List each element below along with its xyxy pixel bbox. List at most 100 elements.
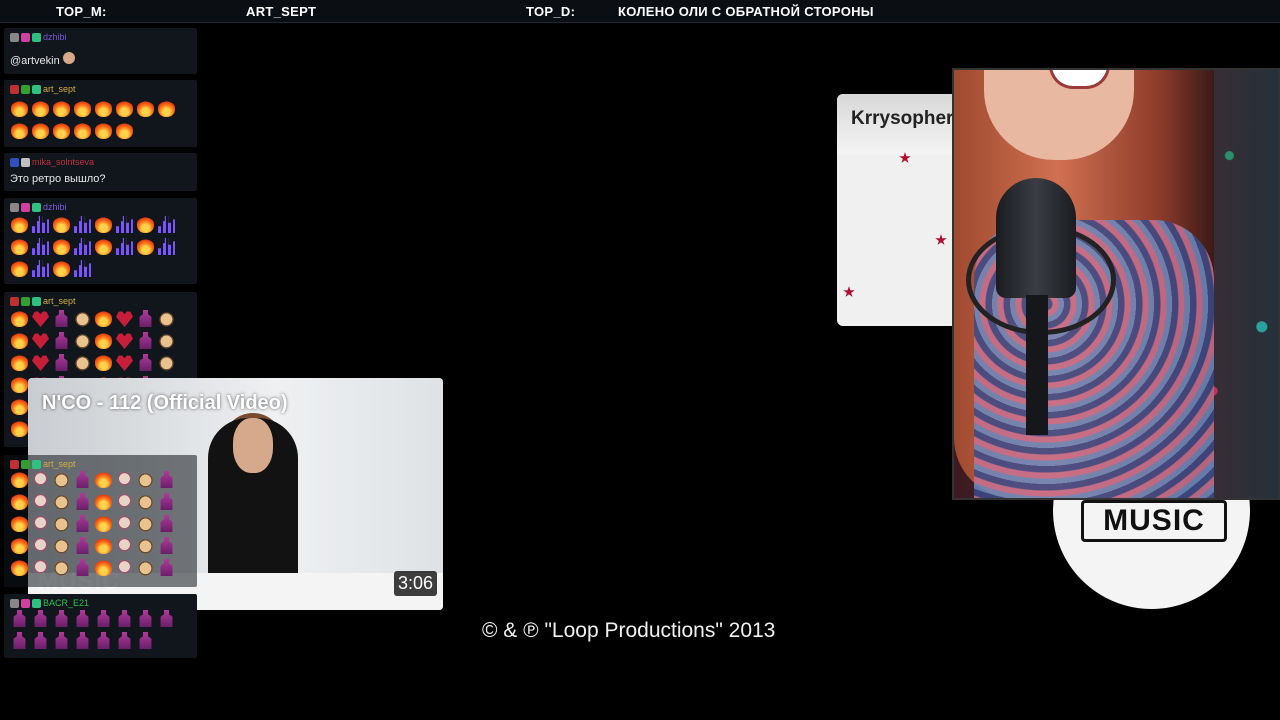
- emote-row: [11, 310, 175, 327]
- ghost-emote-icon: [32, 515, 49, 532]
- fire-emote-icon: [95, 310, 112, 327]
- fire-emote-icon: [95, 537, 112, 554]
- face-emote-icon: [74, 332, 91, 349]
- badge-icon: [21, 296, 30, 306]
- heart-emote-icon: [32, 355, 49, 371]
- fire-emote-icon: [53, 216, 70, 233]
- bottle-emote-icon: [76, 632, 89, 649]
- fire-emote-icon: [137, 100, 154, 117]
- equalizer-emote-icon: [74, 216, 91, 233]
- top-m-label: TOP_M:: [56, 4, 107, 19]
- bottle-emote-icon: [97, 610, 110, 627]
- ghost-emote-icon: [116, 471, 133, 488]
- chat-message-header: art_sept: [10, 458, 76, 470]
- face-emote-icon: [74, 310, 91, 327]
- top-m-value: ART_SEPT: [246, 4, 317, 19]
- equalizer-emote-icon: [32, 238, 49, 255]
- badge-icon: [21, 598, 30, 608]
- face-emote-icon: [158, 354, 175, 371]
- fire-emote-icon: [11, 537, 28, 554]
- top-d-value: КОЛЕНО ОЛИ С ОБРАТНОЙ СТОРОНЫ: [618, 4, 874, 19]
- bottle-emote-icon: [76, 610, 89, 627]
- bottle-emote-icon: [76, 493, 89, 510]
- fire-emote-icon: [11, 493, 28, 510]
- face-emote-icon: [74, 354, 91, 371]
- top-bar: TOP_M: ART_SEPT TOP_D: КОЛЕНО ОЛИ С ОБРА…: [0, 0, 1280, 23]
- ghost-emote-icon: [116, 493, 133, 510]
- badge-icon: [10, 157, 19, 167]
- badge-icon: [32, 202, 41, 212]
- emote-row: [11, 122, 133, 139]
- top-d-label: TOP_D:: [526, 4, 576, 19]
- chat-username[interactable]: dzhibi: [43, 32, 67, 42]
- ghost-emote-icon: [116, 559, 133, 576]
- emote-row: [11, 238, 175, 255]
- fire-emote-icon: [11, 354, 28, 371]
- badge-icon: [10, 202, 19, 212]
- ghost-emote-icon: [116, 515, 133, 532]
- equalizer-emote-icon: [158, 216, 175, 233]
- face-emote-icon: [62, 52, 75, 64]
- bottle-emote-icon: [76, 515, 89, 532]
- bottle-emote-icon: [139, 310, 152, 327]
- fire-emote-icon: [11, 420, 28, 437]
- chat-message-header: mika_solntseva: [10, 156, 94, 168]
- video-title: N'CO - 112 (Official Video): [42, 392, 288, 414]
- bottle-emote-icon: [139, 610, 152, 627]
- fire-emote-icon: [11, 515, 28, 532]
- emote-row: [11, 493, 175, 510]
- star-icon: [935, 234, 947, 245]
- fire-emote-icon: [53, 260, 70, 277]
- card-title: Krrysopher: [851, 108, 954, 129]
- face-emote-icon: [53, 515, 70, 532]
- fire-emote-icon: [95, 493, 112, 510]
- fire-emote-icon: [74, 100, 91, 117]
- fire-emote-icon: [11, 238, 28, 255]
- chat-username[interactable]: art_sept: [43, 84, 76, 94]
- face-emote-icon: [158, 310, 175, 327]
- emote-row: [11, 559, 175, 576]
- bottle-emote-icon: [139, 354, 152, 371]
- bottle-emote-icon: [55, 632, 68, 649]
- fire-emote-icon: [53, 122, 70, 139]
- badge-icon: [10, 84, 19, 94]
- fire-emote-icon: [11, 216, 28, 233]
- ghost-emote-icon: [32, 559, 49, 576]
- bottle-emote-icon: [76, 471, 89, 488]
- bottle-emote-icon: [139, 332, 152, 349]
- badge-icon: [10, 296, 19, 306]
- chat-username[interactable]: dzhibi: [43, 202, 67, 212]
- fire-emote-icon: [11, 310, 28, 327]
- bottle-emote-icon: [55, 610, 68, 627]
- badge-icon: [21, 32, 30, 42]
- chat-message: dzhibi: [4, 198, 197, 284]
- heart-emote-icon: [32, 333, 49, 349]
- bottle-emote-icon: [118, 610, 131, 627]
- bottle-emote-icon: [160, 559, 173, 576]
- webcam-feed: [952, 68, 1280, 500]
- face-emote-icon: [158, 332, 175, 349]
- fire-emote-icon: [95, 332, 112, 349]
- fire-emote-icon: [137, 216, 154, 233]
- fire-emote-icon: [116, 100, 133, 117]
- equalizer-emote-icon: [116, 238, 133, 255]
- chat-username[interactable]: mika_solntseva: [32, 157, 94, 167]
- face-emote-icon: [53, 493, 70, 510]
- badge-icon: [32, 598, 41, 608]
- fire-emote-icon: [116, 122, 133, 139]
- bottle-emote-icon: [76, 537, 89, 554]
- chat-message: art_sept: [4, 455, 197, 587]
- badge-icon: [21, 157, 30, 167]
- chat-username[interactable]: art_sept: [43, 296, 76, 306]
- chat-username[interactable]: art_sept: [43, 459, 76, 469]
- fire-emote-icon: [11, 471, 28, 488]
- chat-message: BACR_E21: [4, 594, 197, 658]
- emote-row: [11, 260, 91, 277]
- overlay-card: Krrysopher: [837, 94, 967, 326]
- fire-emote-icon: [11, 100, 28, 117]
- heart-emote-icon: [116, 311, 133, 327]
- chat-username[interactable]: BACR_E21: [43, 598, 89, 608]
- video-duration: 3:06: [393, 571, 437, 596]
- chat-message-header: art_sept: [10, 83, 76, 95]
- ghost-emote-icon: [32, 471, 49, 488]
